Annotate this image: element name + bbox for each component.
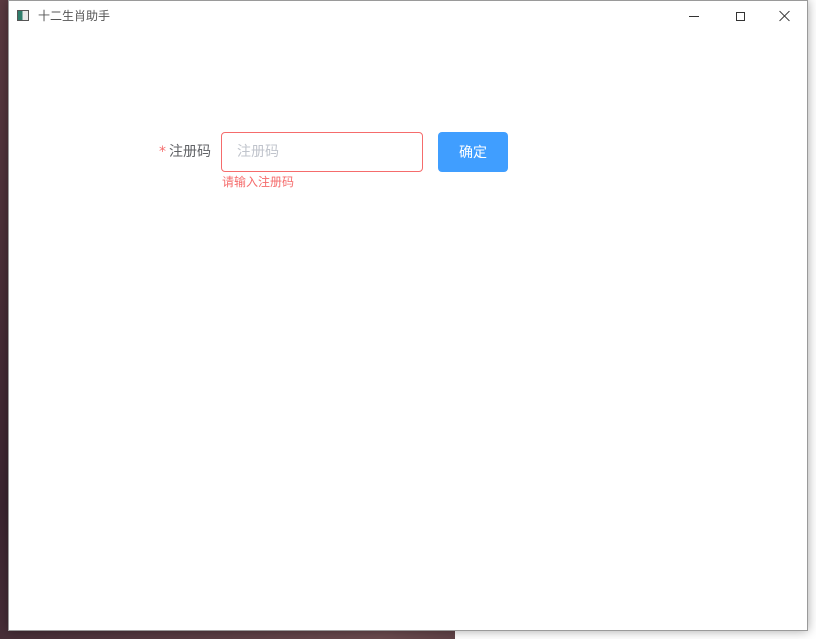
validation-error-message: 请输入注册码 — [222, 175, 295, 189]
app-window: 十二生肖助手 *注册码 确定 请输入注册码 — [8, 0, 808, 631]
window-title: 十二生肖助手 — [38, 9, 111, 23]
minimize-icon — [689, 15, 699, 17]
close-icon — [779, 10, 791, 22]
title-bar[interactable]: 十二生肖助手 — [9, 1, 807, 31]
required-mark: * — [159, 144, 166, 160]
app-window-icon — [17, 10, 29, 21]
confirm-button[interactable]: 确定 — [438, 132, 508, 172]
close-button[interactable] — [762, 1, 808, 31]
maximize-button[interactable] — [717, 1, 763, 31]
minimize-button[interactable] — [671, 1, 717, 31]
registration-code-label-text: 注册码 — [169, 144, 211, 160]
registration-code-input[interactable] — [221, 132, 423, 172]
maximize-icon — [735, 11, 745, 21]
registration-code-label: * 注册码 — [159, 144, 211, 160]
